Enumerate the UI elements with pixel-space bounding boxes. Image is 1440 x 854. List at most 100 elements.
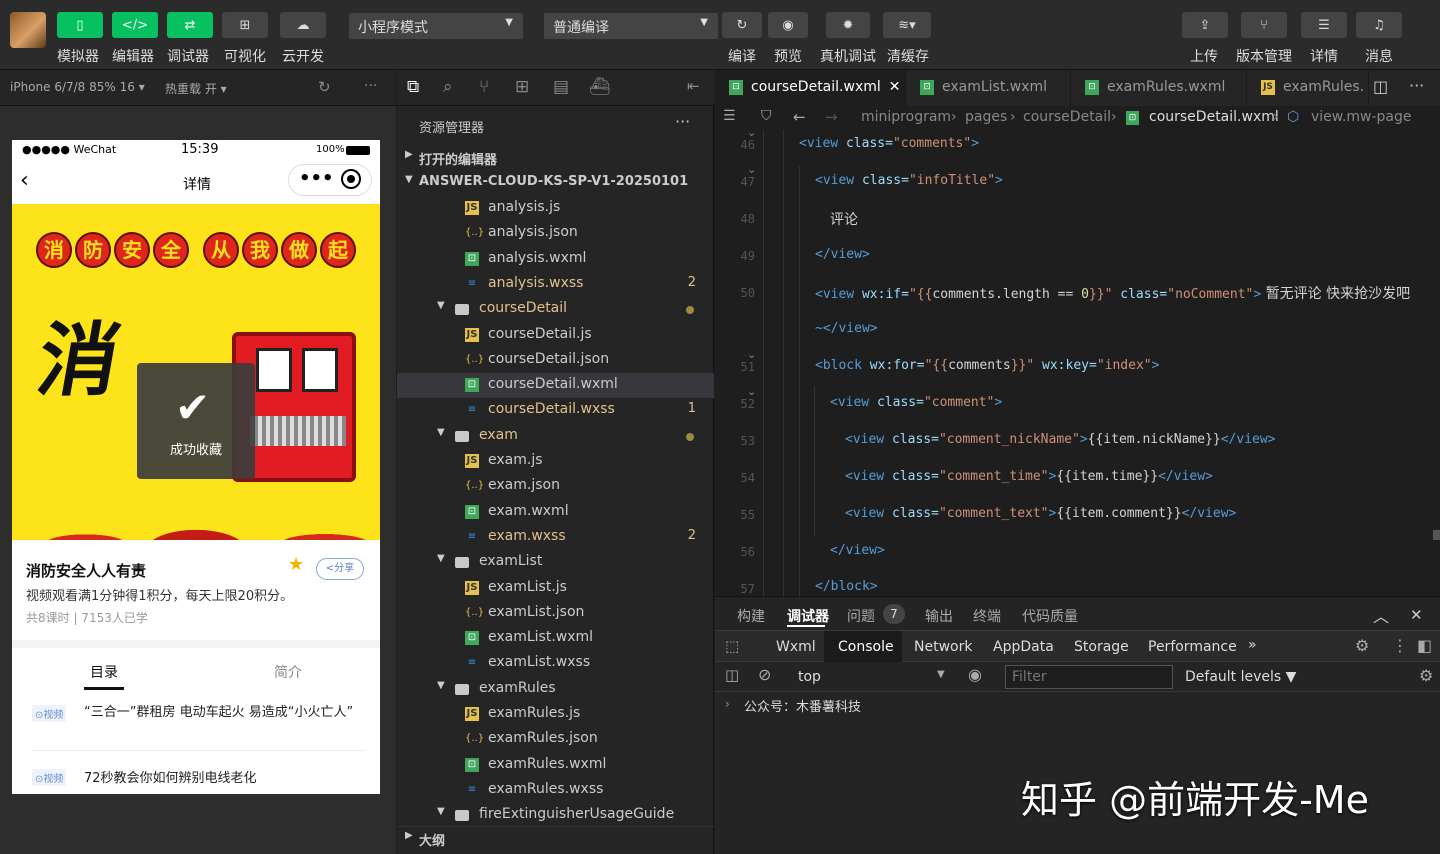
list-icon[interactable]: ☰	[723, 108, 736, 124]
folder-item[interactable]: ▼ examList	[397, 550, 714, 575]
compile-select[interactable]: 普通编译 ▼	[544, 13, 718, 39]
file-item[interactable]: {..} examRules.json	[397, 727, 714, 752]
crumb-element[interactable]: view.mw-page	[1311, 109, 1412, 125]
split-editor-icon[interactable]: ◫	[1373, 77, 1388, 96]
file-item[interactable]: ⊡ examList.wxml	[397, 626, 714, 651]
files-icon[interactable]: ⧉	[407, 77, 419, 97]
dock-icon[interactable]: ◧	[1417, 636, 1432, 655]
file-item[interactable]: JS analysis.js	[397, 196, 714, 221]
menu-icon[interactable]: ☰	[1301, 12, 1347, 38]
tab-coursedetail-wxml[interactable]: ⊡ courseDetail.wxml ✕	[715, 70, 906, 106]
search-icon[interactable]: ⌕	[443, 77, 453, 97]
fold-chevron-icon[interactable]: ⌄	[747, 348, 756, 361]
code-editor[interactable]: 46 47 48 49 50 51 52 53 54 55 56 57 ⌄ ⌄ …	[715, 126, 1440, 596]
file-item[interactable]: ≡ examRules.wxss	[397, 778, 714, 803]
file-item[interactable]: {..} analysis.json	[397, 221, 714, 246]
close-icon[interactable]: ✕	[1410, 606, 1423, 624]
list-item[interactable]: ⊙视频 72秒教会你如何辨别电线老化	[32, 767, 366, 791]
file-item[interactable]: ≡ examList.wxss	[397, 651, 714, 676]
extensions-icon[interactable]: ⊞	[515, 77, 529, 97]
folder-item[interactable]: ▼ exam	[397, 424, 714, 449]
open-editors-section[interactable]: ▶ 打开的编辑器	[397, 146, 714, 171]
branch-icon[interactable]: ⑂	[1241, 12, 1287, 38]
fold-chevron-icon[interactable]: ⌄	[747, 385, 756, 398]
tab-output[interactable]: 输出	[925, 606, 953, 626]
panel-storage[interactable]: Storage	[1074, 639, 1129, 655]
file-item[interactable]: ⊡ courseDetail.wxml	[397, 373, 714, 399]
messages-button[interactable]: 消息	[1365, 46, 1393, 66]
tab-examrules-js[interactable]: JS examRules.	[1247, 70, 1369, 106]
close-icon[interactable]: ✕	[889, 79, 901, 95]
folder-item[interactable]: ▼ fireExtinguisherUsageGuide	[397, 803, 714, 828]
file-item[interactable]: ⊡ exam.wxml	[397, 500, 714, 525]
levels-select[interactable]: Default levels ▼	[1185, 669, 1296, 685]
user-avatar[interactable]	[10, 12, 46, 48]
hotreload-select[interactable]: 热重载 开 ▾	[165, 80, 227, 97]
git-icon[interactable]: ⑂	[479, 77, 489, 97]
tab-code-quality[interactable]: 代码质量	[1022, 606, 1078, 626]
file-item[interactable]: ≡ analysis.wxss 2	[397, 272, 714, 297]
more-panels-icon[interactable]: »	[1248, 637, 1257, 653]
folder-item[interactable]: ▼ courseDetail	[397, 297, 714, 322]
sidebar-toggle-icon[interactable]: ◫	[725, 666, 739, 684]
cloud-run-icon[interactable]: ⛴	[589, 77, 611, 97]
more-icon[interactable]: ···	[1409, 76, 1424, 95]
context-select[interactable]: top	[798, 669, 821, 685]
chevron-up-icon[interactable]: ︿	[1373, 603, 1389, 627]
more-icon[interactable]: ···	[675, 112, 690, 131]
gear-icon[interactable]: ⚙	[1419, 666, 1433, 685]
cloud-icon[interactable]: ☁	[280, 12, 326, 38]
crumb-root[interactable]: miniprogram	[861, 109, 951, 125]
simulator-toggle-icon[interactable]: ▯	[57, 12, 103, 38]
crumb-file[interactable]: courseDetail.wxml	[1149, 109, 1279, 125]
details-button[interactable]: 详情	[1310, 46, 1338, 66]
file-item[interactable]: ⊡ examRules.wxml	[397, 753, 714, 778]
back-icon[interactable]: ‹	[20, 168, 29, 193]
panel-appdata[interactable]: AppData	[993, 639, 1054, 655]
outline-section[interactable]: ▶ 大纲	[397, 826, 714, 851]
file-item[interactable]: {..} courseDetail.json	[397, 348, 714, 373]
inspect-icon[interactable]: ⬚	[725, 637, 739, 655]
fold-chevron-icon[interactable]: ⌄	[747, 163, 756, 176]
clear-icon[interactable]: ⊘	[758, 665, 771, 684]
tab-examlist-wxml[interactable]: ⊡ examList.wxml	[906, 70, 1071, 106]
list-item[interactable]: ⊙视频 “三合一”群租房 电动车起火 易造成“小火亡人”	[32, 703, 366, 751]
refresh-icon[interactable]: ↻	[722, 12, 762, 38]
fold-chevron-icon[interactable]: ⌄	[747, 126, 756, 139]
eye-icon[interactable]: ◉	[968, 665, 982, 684]
filter-input[interactable]	[1005, 665, 1173, 689]
crumb-pages[interactable]: pages	[965, 109, 1007, 125]
file-item[interactable]: ≡ exam.wxss 2	[397, 525, 714, 550]
bug-icon[interactable]: ✹	[826, 12, 870, 38]
mode-select[interactable]: 小程序模式 ▼	[349, 13, 523, 39]
more-vert-icon[interactable]: ⋮	[1392, 636, 1408, 655]
more-icon[interactable]: ···	[364, 78, 377, 94]
eye-icon[interactable]: ◉	[768, 12, 808, 38]
tab-debugger[interactable]: 调试器	[787, 606, 829, 626]
star-icon[interactable]: ★	[288, 554, 304, 575]
device-select[interactable]: iPhone 6/7/8 85% 16 ▾	[10, 80, 145, 94]
visual-icon[interactable]: ⊞	[222, 12, 268, 38]
rotate-icon[interactable]: ↻	[318, 78, 331, 96]
tab-build[interactable]: 构建	[737, 606, 765, 626]
file-item[interactable]: JS courseDetail.js	[397, 323, 714, 348]
close-circle-icon[interactable]	[341, 169, 361, 189]
tab-problems[interactable]: 问题	[847, 606, 875, 626]
tab-catalog[interactable]: 目录	[90, 662, 118, 682]
back-arrow-icon[interactable]: ←	[793, 108, 806, 126]
bell-icon[interactable]: ♫	[1356, 12, 1402, 38]
gear-icon[interactable]: ⚙	[1355, 636, 1369, 655]
more-dots-icon[interactable]: •••	[299, 168, 334, 189]
file-item[interactable]: ⊡ analysis.wxml	[397, 247, 714, 272]
panel-console[interactable]: Console	[838, 639, 894, 655]
file-item[interactable]: JS exam.js	[397, 449, 714, 474]
editor-toggle-icon[interactable]: </>	[112, 12, 158, 38]
tab-intro[interactable]: 简介	[274, 662, 302, 682]
panel-network[interactable]: Network	[914, 639, 972, 655]
save-icon[interactable]: ▤	[553, 77, 569, 97]
bookmark-icon[interactable]: ⛉	[761, 108, 772, 124]
remote-debug-button[interactable]: 真机调试	[820, 46, 876, 66]
project-section[interactable]: ▼ ANSWER-CLOUD-KS-SP-V1-20250101	[397, 171, 714, 196]
file-item[interactable]: JS examList.js	[397, 576, 714, 601]
version-button[interactable]: 版本管理	[1236, 46, 1292, 66]
